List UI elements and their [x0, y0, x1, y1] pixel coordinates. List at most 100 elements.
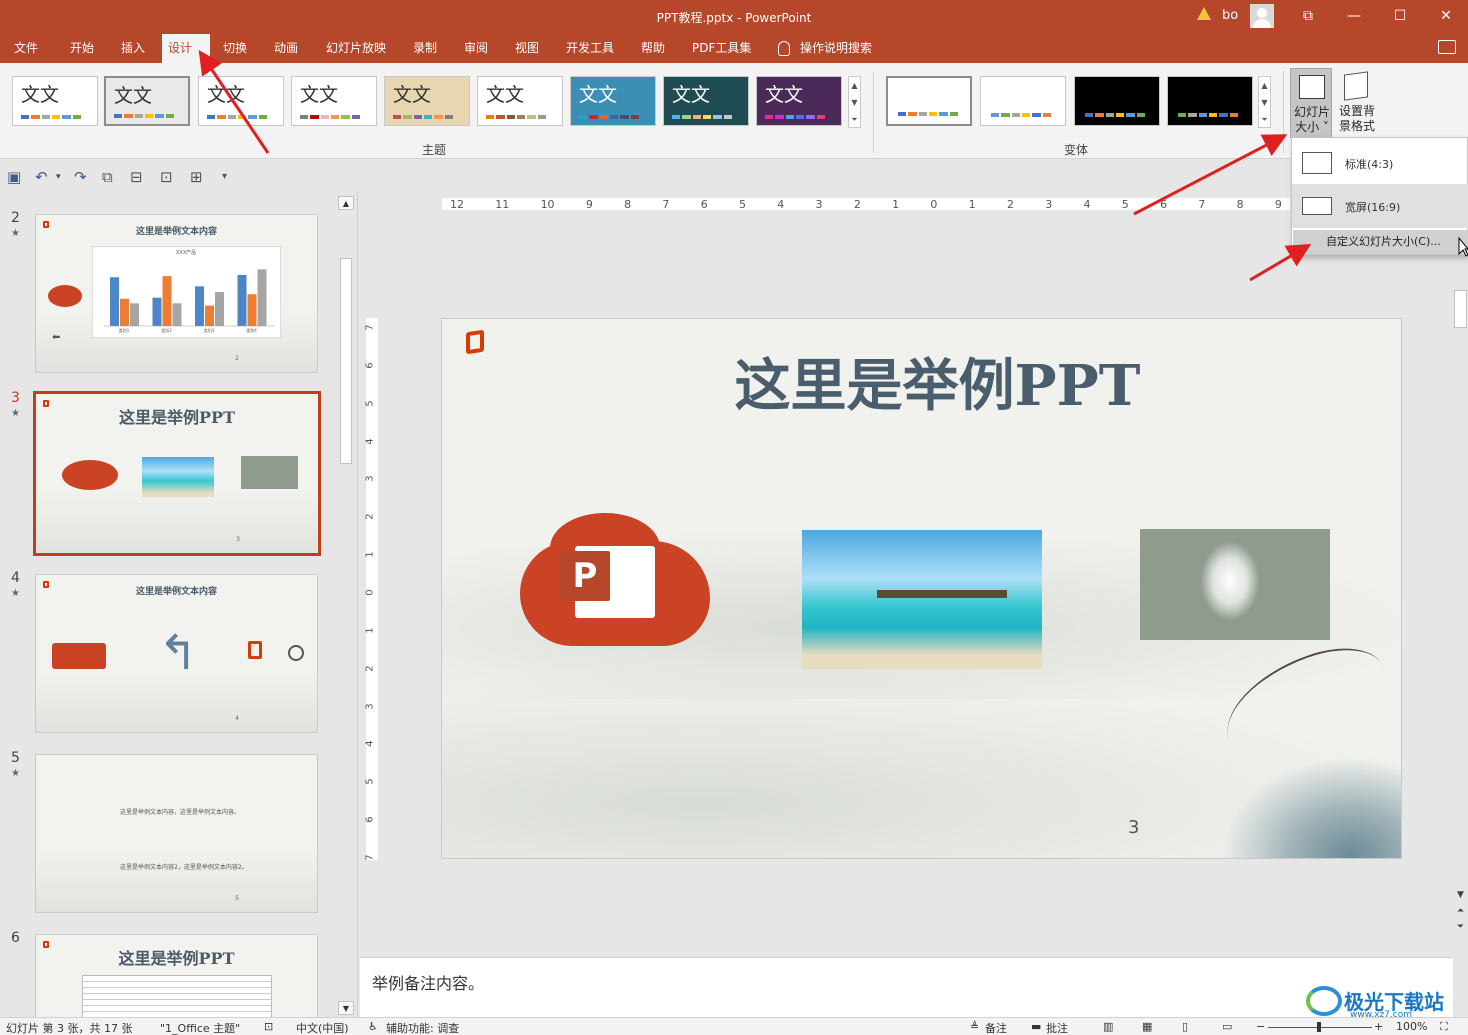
present-from-start-icon[interactable]: ⊡	[160, 168, 173, 186]
slide-size-label-line1: 幻灯片	[1293, 105, 1330, 119]
menu-item-standard[interactable]: 标准(4:3)	[1292, 141, 1468, 185]
menu-item-widescreen[interactable]: 宽屏(16:9)	[1292, 184, 1468, 228]
menu-item-custom-size[interactable]: 自定义幻灯片大小(C)...	[1293, 230, 1468, 254]
themes-gallery-scroll[interactable]: ▲ ▼ ⏷	[848, 76, 861, 128]
comments-icon[interactable]	[1438, 40, 1456, 54]
zoom-out-icon[interactable]: −	[1256, 1020, 1265, 1033]
theme-thumbnail[interactable]: 文文	[477, 76, 563, 126]
reading-view-icon[interactable]: ▯	[1182, 1020, 1188, 1033]
beach-image	[142, 457, 214, 497]
language[interactable]: 中文(中国)	[296, 1020, 349, 1035]
tab-record[interactable]: 录制	[407, 34, 443, 63]
slideshow-view-icon[interactable]: ▭	[1222, 1020, 1232, 1033]
slide-size-label-line2: 大小 ˅	[1295, 120, 1329, 134]
theme-thumbnail[interactable]: 文文	[12, 76, 98, 126]
slide-title[interactable]: 这里是举例PPT	[442, 341, 1401, 422]
undo-dropdown-icon[interactable]: ▾	[56, 172, 61, 182]
slide-sorter-icon[interactable]: ▦	[1142, 1020, 1152, 1033]
variant-thumbnail[interactable]	[886, 76, 972, 126]
tab-home[interactable]: 开始	[64, 34, 100, 63]
color-swatch	[949, 112, 958, 116]
tab-developer[interactable]: 开发工具	[560, 34, 620, 63]
spelling-icon[interactable]: ⊡	[264, 1020, 273, 1033]
theme-thumbnail[interactable]: 文文	[198, 76, 284, 126]
color-swatch	[258, 115, 267, 119]
user-name[interactable]: bo	[1222, 8, 1238, 23]
slide-thumbnail-4[interactable]: 这里是举例文本内容 ↰ 4	[35, 574, 318, 733]
variants-gallery-scroll[interactable]: ▲ ▼ ⏷	[1258, 76, 1271, 128]
tab-pdf-tools[interactable]: PDF工具集	[686, 34, 757, 63]
tab-file[interactable]: 文件	[8, 34, 44, 63]
redo-icon[interactable]: ↷	[74, 168, 87, 186]
notes-pane[interactable]: 举例备注内容。	[360, 957, 1453, 1017]
zoom-slider-thumb[interactable]	[1317, 1022, 1321, 1032]
scroll-thumb[interactable]	[1454, 290, 1467, 328]
beach-image[interactable]	[802, 530, 1042, 669]
present-icon[interactable]: ⊞	[190, 168, 203, 186]
slide-panel-scrollbar[interactable]: ▲ ▼	[338, 192, 354, 1017]
theme-thumbnail[interactable]: 文文	[384, 76, 470, 126]
tab-view[interactable]: 视图	[509, 34, 545, 63]
tab-help[interactable]: 帮助	[635, 34, 671, 63]
color-swatch	[713, 115, 722, 119]
notes-button[interactable]: 备注	[985, 1020, 1007, 1035]
new-slide-icon[interactable]: ⧉	[102, 168, 113, 186]
slide-thumbnail-6[interactable]: 这里是举例PPT	[35, 934, 318, 1024]
ribbon-display-options-button[interactable]: ⧉	[1285, 0, 1331, 34]
slide-thumbnail-3[interactable]: 这里是举例PPT 3	[33, 391, 321, 556]
textbox-icon[interactable]: ⊟	[130, 168, 143, 186]
normal-view-icon[interactable]: ▥	[1103, 1020, 1113, 1033]
thumb-page-number: 2	[235, 355, 239, 362]
slide-thumbnail-2[interactable]: 这里是举例文本内容 ⬅ XXX产品 类别1 类别2 类别3 类别4 2	[35, 214, 318, 373]
previous-slide-icon[interactable]: ⏶	[1453, 906, 1468, 916]
scroll-up-icon[interactable]: ▲	[338, 196, 354, 210]
accessibility-status[interactable]: 辅助功能: 调查	[386, 1020, 459, 1035]
theme-thumbnail[interactable]: 文文	[104, 76, 190, 126]
undo-icon[interactable]: ↶	[35, 168, 48, 186]
fit-to-window-icon[interactable]: ⛶	[1440, 1020, 1448, 1034]
editor-scrollbar[interactable]: ▼ ⏶ ⏷	[1453, 192, 1468, 1017]
next-slide-icon[interactable]: ⏷	[1453, 922, 1468, 932]
variant-thumbnail[interactable]	[1167, 76, 1253, 126]
tab-transitions[interactable]: 切换	[217, 34, 253, 63]
tell-me-search[interactable]: 操作说明搜索	[776, 34, 878, 63]
variant-thumbnail[interactable]	[1074, 76, 1160, 126]
theme-thumbnail[interactable]: 文文	[663, 76, 749, 126]
avatar[interactable]	[1250, 4, 1274, 28]
notes-text[interactable]: 举例备注内容。	[372, 970, 484, 994]
current-slide[interactable]: 这里是举例PPT P 3	[441, 318, 1402, 859]
minimize-button[interactable]: —	[1331, 0, 1377, 34]
variant-thumbnail[interactable]	[980, 76, 1066, 126]
theme-thumbnail[interactable]: 文文	[756, 76, 842, 126]
tab-review[interactable]: 审阅	[458, 34, 494, 63]
scroll-down-icon[interactable]: ▼	[1453, 890, 1468, 900]
color-swatch	[237, 115, 247, 119]
scroll-down-icon[interactable]: ▼	[338, 1001, 354, 1015]
maximize-button[interactable]: ☐	[1377, 0, 1423, 34]
slide-thumbnail-5[interactable]: 这里是举例文本内容，这里是举例文本内容。 这里是举例文本内容2，这里是举例文本内…	[35, 754, 318, 913]
gray-image[interactable]	[1140, 529, 1330, 640]
close-button[interactable]: ✕	[1423, 0, 1468, 34]
tab-insert[interactable]: 插入	[115, 34, 151, 63]
slide-size-button[interactable]: 幻灯片 大小 ˅	[1290, 68, 1332, 138]
tab-animations[interactable]: 动画	[268, 34, 304, 63]
ruler-tick-label: 7	[364, 324, 376, 331]
warning-icon[interactable]	[1197, 7, 1211, 20]
customize-qat-icon[interactable]: ▾	[222, 171, 227, 182]
save-icon[interactable]: ▣	[7, 168, 21, 186]
tab-design[interactable]: 设计	[162, 34, 210, 63]
powerpoint-cloud-icon[interactable]: P	[520, 513, 710, 646]
comments-button[interactable]: 批注	[1046, 1020, 1068, 1035]
color-swatch	[682, 115, 691, 119]
group-divider	[1283, 71, 1284, 153]
powerpoint-cloud-icon	[62, 460, 118, 490]
color-swatch	[806, 115, 815, 119]
slide-number: 3	[11, 390, 20, 406]
theme-thumbnail[interactable]: 文文	[291, 76, 377, 126]
tab-slideshow[interactable]: 幻灯片放映	[320, 34, 392, 63]
scroll-thumb[interactable]	[340, 258, 352, 464]
theme-thumbnail[interactable]: 文文	[570, 76, 656, 126]
chart-bar	[205, 305, 214, 326]
color-swatch	[330, 115, 340, 119]
format-background-button[interactable]: 设置背 景格式	[1334, 68, 1380, 138]
